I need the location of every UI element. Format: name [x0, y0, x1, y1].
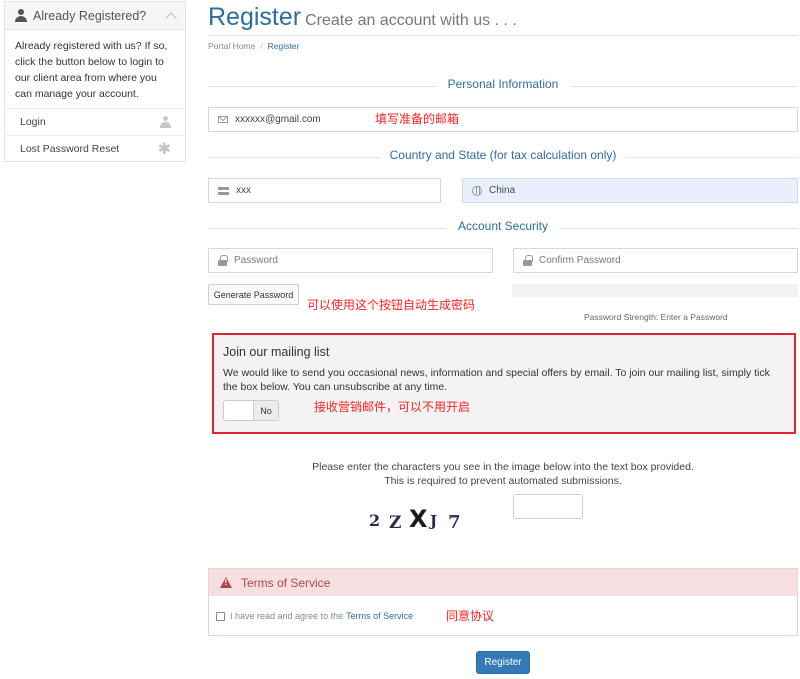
mailing-list-toggle[interactable]: No: [223, 400, 279, 421]
globe-icon: [472, 185, 482, 196]
mailing-list-title: Join our mailing list: [223, 345, 330, 359]
captcha-line-2: This is required to prevent automated su…: [384, 475, 622, 487]
country-value: China: [489, 185, 516, 196]
captcha-input[interactable]: [513, 494, 583, 519]
email-annotation: 填写准备的邮箱: [375, 112, 460, 126]
terms-annotation: 同意协议: [446, 609, 495, 623]
captcha-char: 2: [369, 511, 381, 530]
register-button[interactable]: Register: [476, 651, 530, 674]
toggle-state: No: [254, 401, 278, 420]
section-title: Personal Information: [447, 77, 559, 91]
user-icon: [160, 115, 171, 129]
captcha-char: 7: [448, 512, 461, 533]
header-divider: [208, 35, 798, 36]
lock-icon: [523, 255, 533, 266]
email-value: xxxxxx@gmail.com: [235, 114, 321, 125]
terms-of-service-panel: Terms of Service I have read and agree t…: [208, 568, 798, 636]
section-title: Account Security: [457, 219, 549, 233]
breadcrumb-separator: /: [260, 41, 263, 51]
page-title: Register Create an account with us . . .: [208, 3, 517, 32]
password-placeholder: Password: [234, 255, 278, 266]
state-value: xxx: [236, 185, 251, 196]
generate-password-button[interactable]: Generate Password: [208, 284, 299, 305]
state-field[interactable]: xxx: [208, 178, 441, 203]
generate-password-annotation: 可以使用这个按钮自动生成密码: [307, 298, 476, 312]
country-select[interactable]: China: [462, 178, 798, 203]
password-strength-text: Password Strength: Enter a Password: [584, 312, 728, 322]
terms-link[interactable]: Terms of Service: [346, 611, 413, 621]
email-field[interactable]: xxxxxx@gmail.com: [208, 107, 798, 132]
lost-password-reset-link[interactable]: Lost Password Reset ✱: [5, 135, 185, 162]
section-account-security: Account Security: [208, 219, 798, 237]
breadcrumb-current: Register: [267, 41, 300, 51]
panel-header[interactable]: Already Registered?: [5, 2, 185, 30]
lost-password-label: Lost Password Reset: [20, 143, 120, 155]
captcha-image: 2 Z X J 7: [365, 503, 465, 533]
lock-icon: [218, 255, 228, 266]
breadcrumb: Portal Home / Register: [208, 41, 299, 51]
asterisk-icon: ✱: [157, 139, 171, 158]
toggle-knob: [224, 401, 254, 420]
captcha-line-1: Please enter the characters you see in t…: [312, 461, 694, 473]
envelope-icon: [218, 116, 228, 123]
panel-description: Already registered with us? If so, click…: [15, 40, 168, 100]
already-registered-panel: Already Registered? Already registered w…: [4, 1, 186, 162]
page-subtitle: Create an account with us . . .: [305, 12, 517, 29]
user-icon: [15, 9, 27, 22]
captcha-char: X: [409, 505, 428, 533]
mailing-list-annotation: 接收营销邮件，可以不用开启: [314, 400, 471, 414]
section-title: Country and State (for tax calculation o…: [389, 148, 617, 162]
terms-agree-text: I have read and agree to the: [230, 611, 344, 621]
captcha-instructions: Please enter the characters you see in t…: [258, 460, 748, 488]
mailing-list-panel: Join our mailing list We would like to s…: [212, 333, 796, 434]
signpost-icon: [218, 186, 229, 195]
chevron-up-icon[interactable]: [165, 11, 177, 24]
breadcrumb-home[interactable]: Portal Home: [208, 41, 255, 51]
terms-title: Terms of Service: [241, 575, 331, 590]
password-field[interactable]: Password: [208, 248, 493, 273]
section-country-state: Country and State (for tax calculation o…: [208, 148, 798, 166]
captcha-char: Z: [389, 513, 402, 533]
terms-header: Terms of Service: [209, 569, 797, 596]
captcha-char: J: [430, 512, 438, 530]
panel-title: Already Registered?: [33, 8, 147, 23]
terms-agree-row: I have read and agree to the Terms of Se…: [216, 611, 413, 621]
confirm-password-field[interactable]: Confirm Password: [513, 248, 798, 273]
password-strength-bar: [512, 284, 798, 297]
login-link[interactable]: Login: [5, 108, 185, 135]
section-personal-information: Personal Information: [208, 77, 798, 95]
terms-checkbox[interactable]: [216, 611, 225, 621]
login-label: Login: [20, 116, 46, 128]
warning-icon: [220, 577, 232, 588]
page-title-text: Register: [208, 3, 302, 31]
mailing-list-description: We would like to send you occasional new…: [223, 367, 770, 393]
confirm-password-placeholder: Confirm Password: [539, 255, 621, 266]
